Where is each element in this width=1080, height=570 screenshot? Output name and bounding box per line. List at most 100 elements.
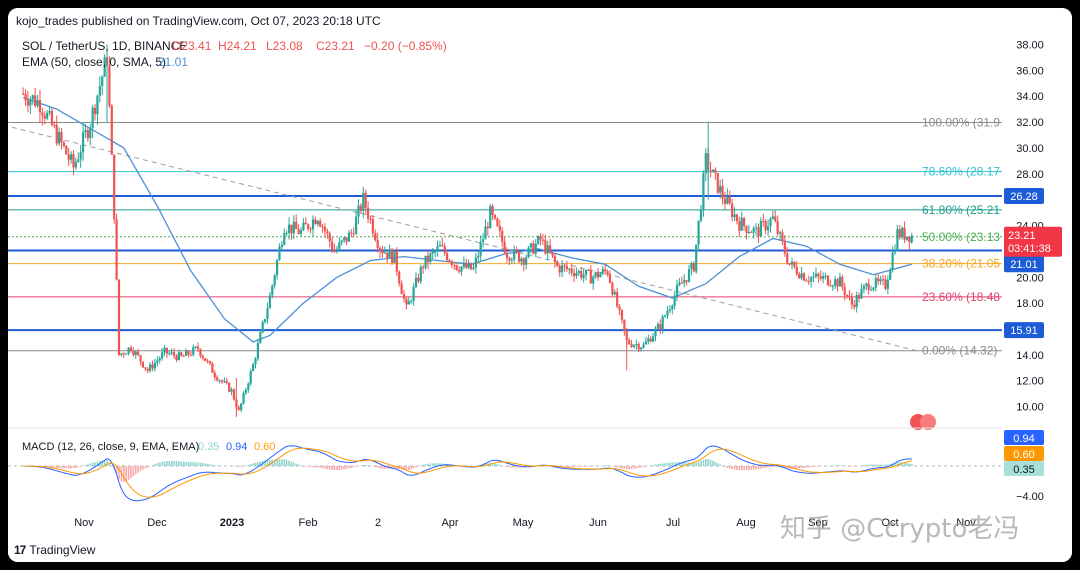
candle-body	[735, 214, 739, 222]
macd-histogram-bar	[122, 466, 125, 483]
macd-histogram-bar	[633, 466, 635, 469]
candle-body	[278, 246, 281, 261]
macd-histogram-bar	[132, 466, 135, 477]
macd-histogram-bar	[728, 466, 731, 469]
macd-histogram-bar	[213, 465, 216, 466]
candle-body	[98, 86, 101, 96]
candle-body	[822, 275, 825, 279]
macd-histogram-bar	[194, 462, 197, 466]
y-tick-label: 10.00	[1016, 402, 1044, 414]
macd-histogram-bar	[697, 461, 700, 466]
macd-histogram-bar	[216, 465, 218, 466]
last-price-countdown: 03:41:38	[1008, 243, 1051, 255]
macd-histogram-bar	[515, 466, 518, 468]
candle-body	[151, 364, 154, 369]
candle-body	[242, 393, 245, 404]
macd-histogram-bar	[513, 466, 515, 468]
candle-body	[719, 186, 722, 193]
candle-body	[328, 233, 331, 242]
candle-body	[841, 276, 844, 288]
candle-body	[589, 270, 592, 284]
macd-histogram-bar	[374, 466, 377, 468]
macd-histogram-bar	[367, 465, 369, 466]
candle-body	[675, 284, 679, 296]
candle-body	[412, 287, 415, 302]
candle-body	[172, 352, 176, 356]
macd-histogram-bar	[300, 465, 302, 466]
candle-body	[192, 347, 195, 355]
candle-body	[199, 349, 202, 356]
tradingview-logo[interactable]: 17 TradingView	[14, 543, 95, 557]
macd-histogram-bar	[666, 462, 669, 466]
candle-body	[69, 154, 73, 160]
candle-body	[189, 354, 192, 356]
candle-body	[347, 232, 351, 242]
candle-body	[563, 265, 566, 267]
candle-body	[422, 266, 425, 268]
fib-level-label: 61.80% (25.21	[922, 203, 1000, 217]
candle-body	[834, 279, 837, 286]
macd-histogram-bar	[865, 464, 868, 466]
candle-body	[783, 241, 786, 254]
candle-body	[285, 232, 288, 234]
macd-histogram-bar	[235, 466, 238, 467]
candle-body	[596, 272, 600, 278]
candle-body	[299, 230, 303, 234]
candle-body	[292, 221, 295, 234]
candle-body	[448, 260, 451, 262]
candle-body	[649, 338, 652, 342]
candle-body	[297, 229, 300, 234]
macd-histogram-bar	[757, 466, 760, 470]
candle-body	[338, 242, 341, 249]
candle-body	[177, 352, 180, 361]
candle-body	[72, 154, 75, 168]
macd-histogram-bar	[867, 464, 870, 466]
macd-histogram-bar	[800, 466, 803, 469]
candle-body	[692, 262, 695, 272]
candle-body	[446, 253, 449, 261]
macd-histogram-bar	[154, 464, 156, 466]
macd-histogram-bar	[870, 464, 872, 466]
candle-body	[877, 278, 880, 282]
candle-body	[55, 124, 58, 144]
price-chart[interactable]: 38.0036.0034.0032.0030.0028.0026.0024.00…	[8, 8, 1072, 562]
macd-histogram-bar	[772, 466, 774, 467]
candle-body	[872, 287, 875, 290]
candle-body	[319, 220, 322, 227]
candle-body	[896, 229, 899, 251]
candle-body	[170, 352, 173, 354]
candle-body	[484, 226, 487, 240]
macd-histogram-bar	[312, 466, 314, 468]
macd-histogram-bar	[417, 466, 420, 467]
candle-body	[795, 266, 798, 275]
macd-histogram-bar	[652, 465, 654, 466]
candle-body	[374, 233, 377, 241]
candle-body	[534, 243, 537, 254]
price-axis-label-text: 21.01	[1010, 259, 1038, 271]
candle-body	[244, 389, 248, 394]
y-tick-label: 32.00	[1016, 117, 1044, 129]
candle-body	[60, 132, 63, 143]
candle-body	[469, 262, 473, 270]
candle-body	[644, 341, 648, 345]
macd-histogram-bar	[625, 466, 628, 470]
candle-body	[606, 271, 609, 275]
candle-body	[812, 276, 815, 278]
macd-histogram-bar	[726, 466, 729, 468]
candle-body	[120, 353, 123, 355]
candle-body	[640, 347, 643, 350]
macd-histogram-bar	[659, 463, 662, 466]
candle-body	[836, 279, 839, 287]
macd-histogram-bar	[285, 459, 288, 466]
candle-body	[352, 233, 355, 235]
macd-histogram-bar	[328, 466, 331, 470]
candle-body	[331, 241, 334, 250]
candle-body	[225, 380, 228, 383]
macd-histogram-bar	[355, 466, 357, 467]
candle-body	[350, 232, 353, 234]
candle-body	[604, 269, 607, 272]
macd-histogram-bar	[326, 466, 329, 470]
candle-body	[309, 228, 312, 230]
candle-body	[407, 301, 410, 305]
candle-body	[874, 278, 877, 288]
